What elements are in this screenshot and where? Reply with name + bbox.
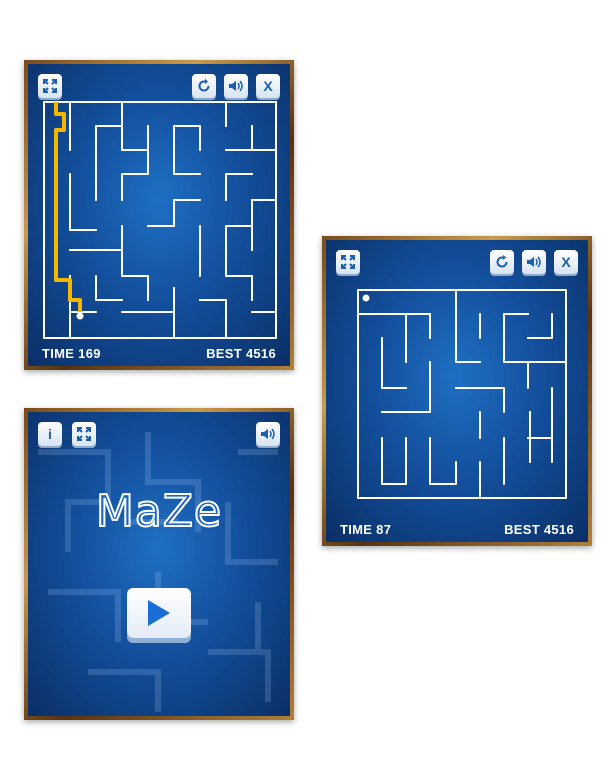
background-maze-pattern [38, 432, 278, 712]
fullscreen-button[interactable] [72, 422, 96, 446]
menu-screen: i MaZe [24, 408, 294, 720]
close-button[interactable]: X [256, 74, 280, 98]
maze-board[interactable] [42, 100, 278, 340]
menu-panel: i MaZe [28, 412, 290, 716]
fullscreen-button[interactable] [38, 74, 62, 98]
play-button[interactable] [127, 588, 191, 638]
close-icon: X [561, 254, 571, 270]
sound-button[interactable] [256, 422, 280, 446]
best-score: BEST 4516 [206, 346, 276, 361]
sound-icon [527, 256, 541, 268]
close-button[interactable]: X [554, 250, 578, 274]
game-title: MaZe [95, 485, 223, 538]
player-ball [362, 294, 370, 302]
best-score: BEST 4516 [504, 522, 574, 537]
restart-button[interactable] [490, 250, 514, 274]
game-panel: X TIME 87 BEST 4516 [326, 240, 588, 542]
info-button[interactable]: i [38, 422, 62, 446]
sound-icon [229, 80, 243, 92]
restart-icon [496, 255, 508, 268]
game-screen-2: X TIME 87 BEST 4516 [322, 236, 592, 546]
player-ball [76, 312, 84, 320]
restart-button[interactable] [192, 74, 216, 98]
fullscreen-button[interactable] [336, 250, 360, 274]
maze-board[interactable] [356, 288, 568, 500]
sound-button[interactable] [224, 74, 248, 98]
sound-button[interactable] [522, 250, 546, 274]
game-screen-1: X TIME 169 BEST 4516 [24, 60, 294, 370]
time-counter: TIME 169 [42, 346, 101, 361]
fullscreen-icon [43, 79, 57, 93]
close-icon: X [263, 78, 273, 94]
time-counter: TIME 87 [340, 522, 392, 537]
info-icon: i [48, 426, 52, 442]
sound-icon [261, 428, 275, 440]
fullscreen-icon [77, 427, 91, 441]
game-panel: X TIME 169 BEST 4516 [28, 64, 290, 366]
restart-icon [198, 79, 210, 92]
player-path [54, 102, 82, 312]
fullscreen-icon [341, 255, 355, 269]
play-icon [148, 600, 170, 626]
